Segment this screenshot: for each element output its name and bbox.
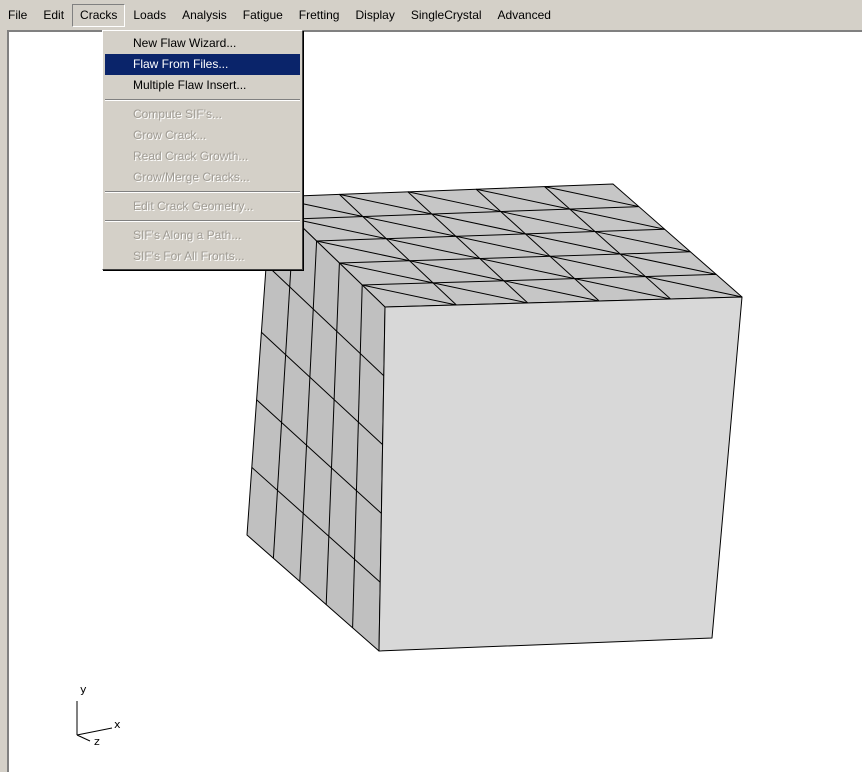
menu-loads[interactable]: Loads: [125, 4, 174, 27]
menu-cracks[interactable]: Cracks: [72, 3, 126, 27]
cracks-dropdown-menu: New Flaw Wizard... Flaw From Files... Mu…: [102, 30, 303, 270]
menuitem-sifs-all-fronts: SIF's For All Fronts...: [133, 249, 245, 263]
axis-triad: y x z: [76, 683, 121, 748]
menuitem-sifs-along-path: SIF's Along a Path...: [133, 228, 242, 242]
menu-advanced[interactable]: Advanced: [490, 4, 559, 27]
axis-z-label: z: [94, 735, 100, 748]
menuitem-new-flaw-wizard[interactable]: New Flaw Wizard...: [105, 33, 300, 54]
menu-fretting[interactable]: Fretting: [291, 4, 348, 27]
menu-separator: [105, 220, 300, 222]
cube-front-face: [378, 296, 743, 652]
axis-x-label: x: [114, 718, 121, 731]
menuitem-multiple-flaw-insert[interactable]: Multiple Flaw Insert...: [105, 75, 300, 96]
menuitem-grow-crack: Grow Crack...: [133, 128, 207, 142]
menuitem-flaw-from-files[interactable]: Flaw From Files...: [105, 54, 300, 75]
menuitem-grow-merge-cracks: Grow/Merge Cracks...: [133, 170, 250, 184]
menu-analysis[interactable]: Analysis: [174, 4, 235, 27]
menu-edit[interactable]: Edit: [35, 4, 72, 27]
menu-file[interactable]: File: [0, 4, 35, 27]
menu-singlecrystal[interactable]: SingleCrystal: [403, 4, 490, 27]
axis-y-label: y: [80, 683, 87, 696]
menuitem-compute-sifs: Compute SIF's...: [133, 107, 222, 121]
menu-separator: [105, 191, 300, 193]
menu-display[interactable]: Display: [347, 4, 402, 27]
menuitem-read-crack-growth: Read Crack Growth...: [133, 149, 249, 163]
menuitem-edit-crack-geometry: Edit Crack Geometry...: [133, 199, 254, 213]
menu-fatigue[interactable]: Fatigue: [235, 4, 291, 27]
menu-bar: File Edit Cracks Loads Analysis Fatigue …: [0, 0, 862, 30]
menu-separator: [105, 99, 300, 101]
